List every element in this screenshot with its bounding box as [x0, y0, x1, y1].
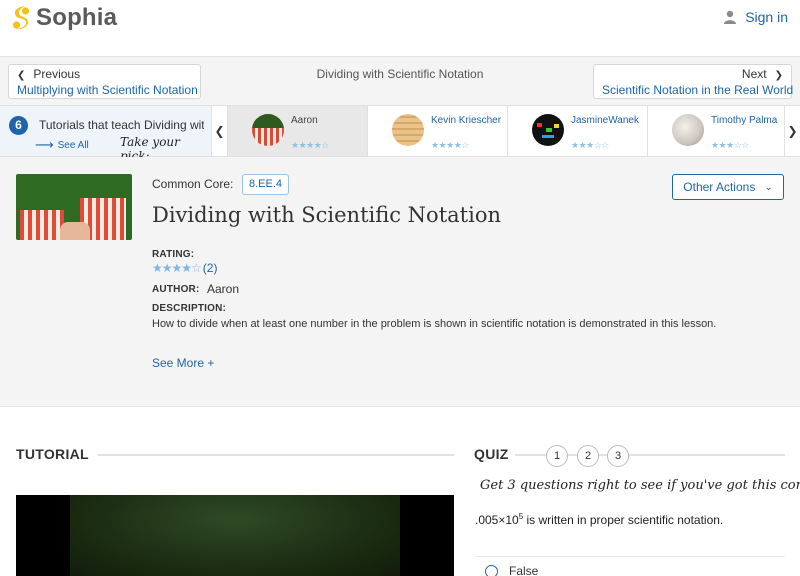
strip-scroll-right-button[interactable]: ❯: [784, 106, 800, 156]
common-core-label: Common Core:: [152, 177, 234, 191]
sophia-logo[interactable]: Sophia: [10, 4, 117, 32]
description-label: DESCRIPTION:: [152, 303, 227, 314]
tutorial-heading: TUTORIAL: [16, 446, 89, 462]
previous-tutorial-title: Multiplying with Scientific Notation: [17, 83, 198, 97]
tutorial-picker-label: Tutorials that teach Dividing with Scien…: [39, 118, 204, 132]
brand-name: Sophia: [36, 4, 118, 31]
quiz-question-3-indicator[interactable]: 3: [607, 445, 629, 467]
other-actions-label: Other Actions: [683, 180, 756, 194]
tutorial-author: Timothy Palma: [711, 115, 778, 126]
tutorial-rating: ★★★☆☆: [711, 140, 749, 150]
site-header: Sophia Sign in: [0, 0, 800, 57]
chevron-left-icon: ❮: [214, 124, 225, 138]
other-actions-dropdown[interactable]: Other Actions ⌄: [672, 174, 784, 200]
star-rating-icon: ★★★★☆: [152, 261, 202, 275]
tutorial-rating: ★★★☆☆: [571, 140, 609, 150]
tutorial-video-thumbnail[interactable]: [16, 174, 132, 240]
tutorial-rating: ★★★★☆: [291, 140, 329, 150]
tutorial-thumbnail: [672, 114, 704, 146]
tutorial-thumbnail: [392, 114, 424, 146]
next-tutorial-button[interactable]: Next ❯ Scientific Notation in the Real Wo…: [593, 64, 794, 99]
quiz-prompt: Get 3 questions right to see if you've g…: [480, 478, 800, 493]
description-text: How to divide when at least one number i…: [152, 318, 717, 330]
rating-label: RATING:: [152, 249, 195, 260]
chevron-right-icon: ❯: [787, 124, 798, 138]
tutorial-count-badge: 6: [9, 116, 28, 135]
tutorial-author: Aaron: [291, 115, 318, 126]
quiz-option-label: False: [509, 564, 539, 576]
see-all-link[interactable]: ⟶ See All: [35, 137, 89, 153]
tutorial-thumbnail: [532, 114, 564, 146]
sophia-logo-icon: [12, 6, 30, 30]
sign-in-label: Sign in: [745, 9, 788, 25]
strip-scroll-left-button[interactable]: ❮: [211, 106, 227, 156]
author-label: AUTHOR:: [152, 284, 200, 295]
quiz-heading: QUIZ: [474, 446, 509, 462]
tutorial-card[interactable]: Kevin Kriescher ★★★★☆: [367, 106, 507, 156]
next-label: Next: [741, 67, 767, 81]
quiz-option-false[interactable]: False: [475, 556, 785, 576]
tutorial-author: Kevin Kriescher: [431, 115, 502, 126]
sign-in-link[interactable]: Sign in: [723, 9, 788, 25]
question-number: .005: [475, 513, 499, 527]
question-rest: is written in proper scientific notation…: [523, 513, 724, 527]
tutorial-picker: 6 Tutorials that teach Dividing with Sci…: [0, 105, 800, 163]
video-frame-content: [70, 495, 400, 576]
tutorial-details: Common Core: 8.EE.4 Other Actions ⌄ Divi…: [0, 157, 800, 407]
tutorial-card[interactable]: Aaron ★★★★☆: [227, 106, 367, 156]
tutorial-card[interactable]: Timothy Palma ★★★☆☆: [647, 106, 784, 156]
tutorial-navigation: ❮ Previous Multiplying with Scientific No…: [0, 57, 800, 105]
arrow-right-icon: ⟶: [35, 137, 54, 152]
radio-button[interactable]: [485, 565, 498, 576]
page-title: Dividing with Scientific Notation: [152, 203, 501, 227]
quiz-question-text: .005×105 is written in proper scientific…: [475, 512, 723, 527]
question-times: ×10: [498, 513, 519, 527]
see-all-label: See All: [57, 139, 89, 151]
tutorial-video-player[interactable]: [16, 495, 454, 576]
tutorial-divider: [98, 454, 454, 456]
tutorial-card[interactable]: JasmineWanek ★★★☆☆: [507, 106, 647, 156]
see-more-link[interactable]: See More +: [152, 356, 214, 370]
user-icon: [724, 10, 737, 24]
tutorial-thumbnail: [252, 114, 284, 146]
tutorial-author: JasmineWanek: [571, 115, 639, 126]
common-core-badge[interactable]: 8.EE.4: [242, 174, 290, 195]
chevron-right-icon: ❯: [774, 70, 783, 81]
quiz-question-2-indicator[interactable]: 2: [577, 445, 599, 467]
chevron-down-icon: ⌄: [764, 181, 773, 193]
rating-count: (2): [202, 261, 218, 275]
tutorial-picker-intro: 6 Tutorials that teach Dividing with Sci…: [0, 106, 211, 163]
tutorial-rating: ★★★★☆: [431, 140, 469, 150]
next-tutorial-title: Scientific Notation in the Real World: [602, 83, 794, 97]
quiz-question-1-indicator[interactable]: 1: [546, 445, 568, 467]
rating[interactable]: ★★★★☆ (2): [152, 261, 217, 275]
author-name: Aaron: [207, 282, 240, 296]
